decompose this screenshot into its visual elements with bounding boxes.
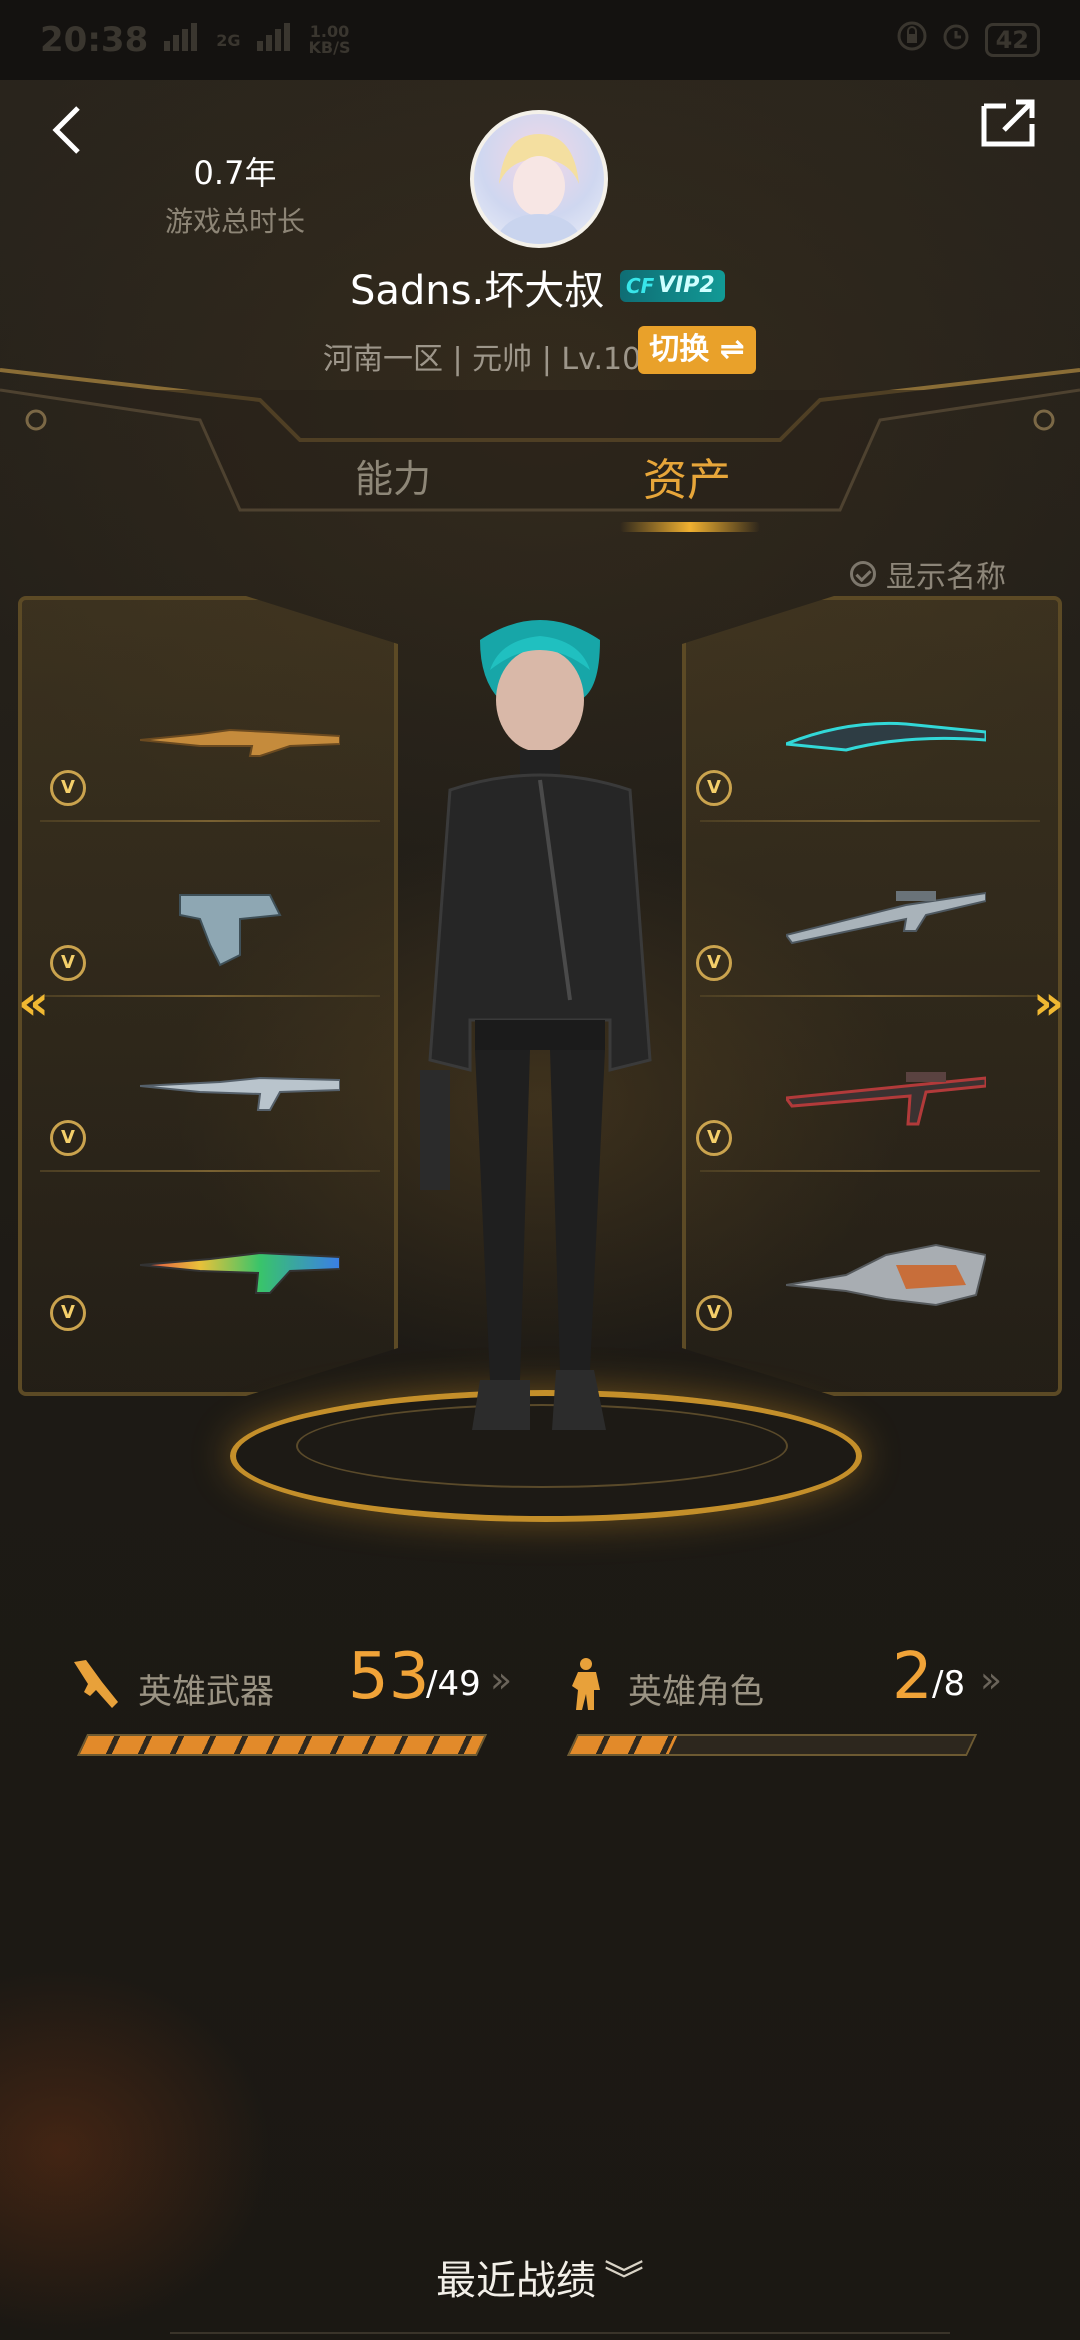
tab-asset[interactable]: 资产	[643, 444, 731, 508]
slot-divider	[40, 995, 380, 997]
recent-battles-button[interactable]: 最近战绩 ︾	[0, 2248, 1080, 2306]
tabs-frame-decoration	[0, 368, 1080, 512]
share-icon	[981, 99, 1035, 147]
recent-battles-label: 最近战绩	[436, 2258, 596, 2304]
bottom-divider	[170, 2332, 950, 2334]
slot-divider	[700, 995, 1040, 997]
net-speed: 1.00 KB/S	[309, 24, 351, 56]
slot-divider	[40, 820, 380, 822]
chevron-right-icon: »	[490, 1660, 513, 1701]
hero-weapons-count: 53	[348, 1640, 430, 1714]
hero-weapons-label: 英雄武器	[138, 1672, 274, 1712]
slot-divider	[700, 820, 1040, 822]
chevron-right-icon: »	[980, 1660, 1003, 1701]
vip-weapon-icon: V	[696, 945, 732, 981]
battery-indicator: 42	[984, 23, 1040, 57]
game-time-label: 游戏总时长	[164, 205, 305, 238]
dragon-weapon-icon	[786, 1243, 986, 1307]
weapon-slot-right-3[interactable]: V	[676, 1010, 1026, 1180]
hero-weapons-stat[interactable]: 英雄武器 53 /49 »	[72, 1640, 522, 1790]
rifle-icon	[140, 1076, 340, 1111]
weapon-slot-left-3[interactable]: V	[30, 1010, 380, 1180]
slot-divider	[700, 1170, 1040, 1172]
chevron-double-down-icon: ︾	[604, 2258, 644, 2304]
back-button[interactable]	[40, 100, 100, 160]
vip-badge: VIP2	[620, 270, 725, 302]
sniper-icon	[786, 1072, 986, 1126]
blade-icon	[786, 721, 986, 752]
prev-arrow-icon[interactable]: «	[18, 975, 49, 1031]
hero-roles-label: 英雄角色	[628, 1672, 764, 1712]
rifle-icon	[140, 728, 340, 757]
pistol-icon	[179, 894, 282, 967]
hero-roles-progress-fill	[569, 1736, 678, 1754]
weapon-slot-right-1[interactable]: V	[676, 660, 1026, 830]
tab-active-indicator	[620, 522, 760, 532]
signal-icon	[162, 20, 202, 60]
vip-weapon-icon: V	[50, 770, 86, 806]
hero-roles-stat[interactable]: 英雄角色 2 /8 »	[562, 1640, 1012, 1790]
check-circle-icon	[850, 561, 876, 587]
vip-weapon-icon: V	[696, 1120, 732, 1156]
vip-weapon-icon: V	[696, 1295, 732, 1331]
rifle-icon	[140, 1251, 340, 1294]
hero-weapons-total: /49	[426, 1664, 481, 1704]
network-label: 2G	[216, 30, 241, 50]
sniper-icon	[786, 891, 986, 945]
chevron-left-icon	[52, 106, 80, 154]
avatar[interactable]	[470, 110, 608, 248]
avatar-image	[494, 134, 584, 244]
signal-icon-2	[255, 20, 295, 60]
net-speed-unit: KB/S	[308, 38, 351, 57]
slot-divider	[40, 1170, 380, 1172]
status-bar: 20:38 2G 1.00 KB/S 42	[0, 0, 1080, 80]
weapon-slot-left-4[interactable]: V	[30, 1185, 380, 1355]
hero-weapons-progress-fill	[79, 1736, 485, 1754]
weapon-slot-right-2[interactable]: V	[676, 835, 1026, 1005]
weapon-slot-left-2[interactable]: V	[30, 835, 380, 1005]
username: Sadns.坏大叔	[350, 268, 605, 314]
vip-weapon-icon: V	[696, 770, 732, 806]
show-name-toggle[interactable]: 显示名称	[850, 552, 1006, 596]
soldier-icon	[572, 1658, 600, 1710]
hero-roles-total: /8	[932, 1664, 966, 1704]
next-arrow-icon[interactable]: »	[1033, 975, 1064, 1031]
game-time-value: 0.7年	[193, 154, 277, 192]
hero-roles-count: 2	[892, 1640, 933, 1714]
vip-weapon-icon: V	[50, 1295, 86, 1331]
lock-icon	[897, 20, 927, 60]
status-right: 42	[897, 20, 1040, 60]
game-time: 0.7年 游戏总时长	[150, 148, 320, 240]
hero-roles-progress	[566, 1734, 978, 1756]
status-time: 20:38	[40, 20, 149, 60]
status-left: 20:38 2G 1.00 KB/S	[40, 20, 350, 60]
hero-weapons-progress	[76, 1734, 488, 1756]
vip-weapon-icon: V	[50, 1120, 86, 1156]
share-button[interactable]	[976, 96, 1040, 152]
tab-ability[interactable]: 能力	[355, 448, 431, 503]
alarm-icon	[941, 20, 971, 60]
show-name-label: 显示名称	[886, 560, 1006, 595]
vip-weapon-icon: V	[50, 945, 86, 981]
weapon-slot-right-4[interactable]: V	[676, 1185, 1026, 1355]
rifle-icon	[74, 1660, 118, 1708]
weapon-slot-left-1[interactable]: V	[30, 660, 380, 830]
character-model[interactable]	[380, 600, 700, 1480]
